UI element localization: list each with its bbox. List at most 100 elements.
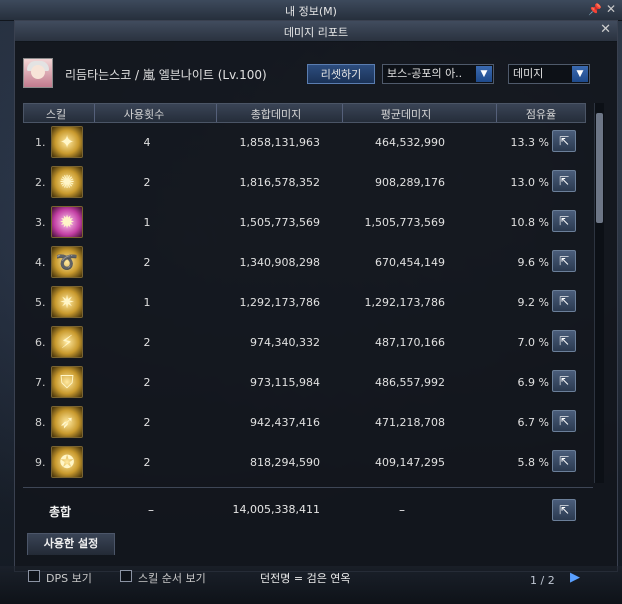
table-row: 8. ➶ 2 942,437,416 471,218,708 6.7 % ⇱ xyxy=(15,403,595,443)
share-icon: ⇱ xyxy=(558,503,570,517)
share-button[interactable]: ⇱ xyxy=(552,250,576,272)
row-count: 4 xyxy=(143,136,151,149)
pink-burst-skill-icon: ✹ xyxy=(51,206,83,238)
row-average: 670,454,149 xyxy=(375,256,445,269)
golden-spin-skill-icon: ✺ xyxy=(51,166,83,198)
row-average: 908,289,176 xyxy=(375,176,445,189)
table-row: 3. ✹ 1 1,505,773,569 1,505,773,569 10.8 % ⇱ xyxy=(15,203,595,243)
share-button[interactable]: ⇱ xyxy=(552,330,576,352)
total-damage: 14,005,338,411 xyxy=(232,503,320,516)
row-share: 13.0 % xyxy=(510,176,549,189)
table-row: 6. ⚡ 2 974,340,332 487,170,166 7.0 % ⇱ xyxy=(15,323,595,363)
table-row: 4. ➰ 2 1,340,908,298 670,454,149 9.6 % ⇱ xyxy=(15,243,595,283)
row-total: 1,292,173,786 xyxy=(239,296,320,309)
share-button[interactable]: ⇱ xyxy=(552,290,576,312)
row-total: 1,340,908,298 xyxy=(239,256,320,269)
next-page-icon[interactable]: ▶ xyxy=(570,570,580,585)
row-rank: 9. xyxy=(35,456,46,469)
row-rank: 8. xyxy=(35,416,46,429)
share-button[interactable]: ⇱ xyxy=(552,170,576,192)
table-header: 스킬 사용횟수 총합데미지 평균데미지 점유율 xyxy=(23,103,586,123)
row-count: 2 xyxy=(143,176,151,189)
row-share: 9.6 % xyxy=(517,256,549,269)
share-total-button[interactable]: ⇱ xyxy=(552,499,576,521)
share-button[interactable]: ⇱ xyxy=(552,130,576,152)
table-row: 5. ✷ 1 1,292,173,786 1,292,173,786 9.2 % ⇱ xyxy=(15,283,595,323)
golden-flame-skill-icon: ✷ xyxy=(51,286,83,318)
row-average: 409,147,295 xyxy=(375,456,445,469)
dps-label: DPS 보기 xyxy=(46,572,92,585)
row-rank: 1. xyxy=(35,136,46,149)
share-icon: ⇱ xyxy=(558,214,570,228)
damage-report-titlebar[interactable]: 데미지 리포트 ✕ xyxy=(15,21,617,42)
scrollbar-thumb[interactable] xyxy=(596,113,603,223)
dps-checkbox[interactable] xyxy=(28,570,40,582)
chevron-down-icon[interactable]: ▼ xyxy=(572,66,588,82)
row-total: 1,816,578,352 xyxy=(239,176,320,189)
dungeon-select-value: 보스-공포의 아.. xyxy=(387,67,463,80)
row-count: 1 xyxy=(143,216,151,229)
column-header-total: 총합데미지 xyxy=(250,108,302,121)
share-icon: ⇱ xyxy=(558,294,570,308)
row-count: 1 xyxy=(143,296,151,309)
row-average: 464,532,990 xyxy=(375,136,445,149)
avatar xyxy=(23,58,53,88)
total-count: – xyxy=(148,503,154,517)
dungeon-select[interactable]: 보스-공포의 아.. ▼ xyxy=(382,64,494,84)
row-total: 942,437,416 xyxy=(250,416,320,429)
share-button[interactable]: ⇱ xyxy=(552,450,576,472)
scrollbar[interactable] xyxy=(594,103,604,483)
column-header-average: 평균데미지 xyxy=(380,108,432,121)
row-average: 471,218,708 xyxy=(375,416,445,429)
info-window-title: 내 정보(M) xyxy=(285,5,337,18)
window-title: 데미지 리포트 xyxy=(283,26,349,39)
golden-slash-skill-icon: ⚡ xyxy=(51,326,83,358)
table-row: 1. ✦ 4 1,858,131,963 464,532,990 13.3 % ⇱ xyxy=(15,123,595,163)
pin-icon[interactable]: 📌 xyxy=(588,3,602,16)
column-header-skill: 스킬 xyxy=(45,108,67,121)
row-count: 2 xyxy=(143,416,151,429)
row-rank: 7. xyxy=(35,376,46,389)
metric-select[interactable]: 데미지 ▼ xyxy=(508,64,590,84)
chevron-down-icon[interactable]: ▼ xyxy=(476,66,492,82)
close-icon[interactable]: ✕ xyxy=(600,22,611,37)
skill-order-checkbox[interactable] xyxy=(120,570,132,582)
row-rank: 2. xyxy=(35,176,46,189)
share-icon: ⇱ xyxy=(558,414,570,428)
row-count: 2 xyxy=(143,256,151,269)
info-window-titlebar: 내 정보(M) 📌 ✕ xyxy=(0,0,622,21)
row-count: 2 xyxy=(143,336,151,349)
damage-report-window: 데미지 리포트 ✕ 리듬타는스코 / 嵐 엘븐나이트 (Lv.100) 리셋하기… xyxy=(14,20,618,572)
share-icon: ⇱ xyxy=(558,334,570,348)
row-share: 5.8 % xyxy=(517,456,549,469)
column-header-share: 점유율 xyxy=(525,108,557,121)
golden-shield-skill-icon: ⛉ xyxy=(51,366,83,398)
footer-bar: DPS 보기 스킬 순서 보기 던전명 = 검은 연옥 1 / 2 ▶ xyxy=(0,566,622,604)
table-row: 7. ⛉ 2 973,115,984 486,557,992 6.9 % ⇱ xyxy=(15,363,595,403)
reset-button[interactable]: 리셋하기 xyxy=(307,64,375,84)
table-row: 2. ✺ 2 1,816,578,352 908,289,176 13.0 % ⇱ xyxy=(15,163,595,203)
row-average: 487,170,166 xyxy=(375,336,445,349)
share-icon: ⇱ xyxy=(558,454,570,468)
table-row: 9. ✪ 2 818,294,590 409,147,295 5.8 % ⇱ xyxy=(15,443,595,483)
tab-used-settings[interactable]: 사용한 설정 xyxy=(27,533,115,555)
share-icon: ⇱ xyxy=(558,134,570,148)
row-share: 7.0 % xyxy=(517,336,549,349)
share-button[interactable]: ⇱ xyxy=(552,210,576,232)
share-button[interactable]: ⇱ xyxy=(552,410,576,432)
close-icon[interactable]: ✕ xyxy=(606,2,616,16)
row-total: 1,858,131,963 xyxy=(239,136,320,149)
row-share: 9.2 % xyxy=(517,296,549,309)
row-total: 974,340,332 xyxy=(250,336,320,349)
share-button[interactable]: ⇱ xyxy=(552,370,576,392)
row-average: 486,557,992 xyxy=(375,376,445,389)
metric-select-value: 데미지 xyxy=(513,67,544,80)
row-share: 6.9 % xyxy=(517,376,549,389)
row-rank: 4. xyxy=(35,256,46,269)
skill-table: 1. ✦ 4 1,858,131,963 464,532,990 13.3 % ⇱ 2. ✺ 2 1… xyxy=(15,123,595,483)
skill-order-label: 스킬 순서 보기 xyxy=(138,572,206,585)
page-indicator: 1 / 2 xyxy=(530,574,555,587)
total-label: 총합 xyxy=(49,505,72,519)
row-rank: 6. xyxy=(35,336,46,349)
player-info: 리듬타는스코 / 嵐 엘븐나이트 (Lv.100) xyxy=(65,68,267,82)
